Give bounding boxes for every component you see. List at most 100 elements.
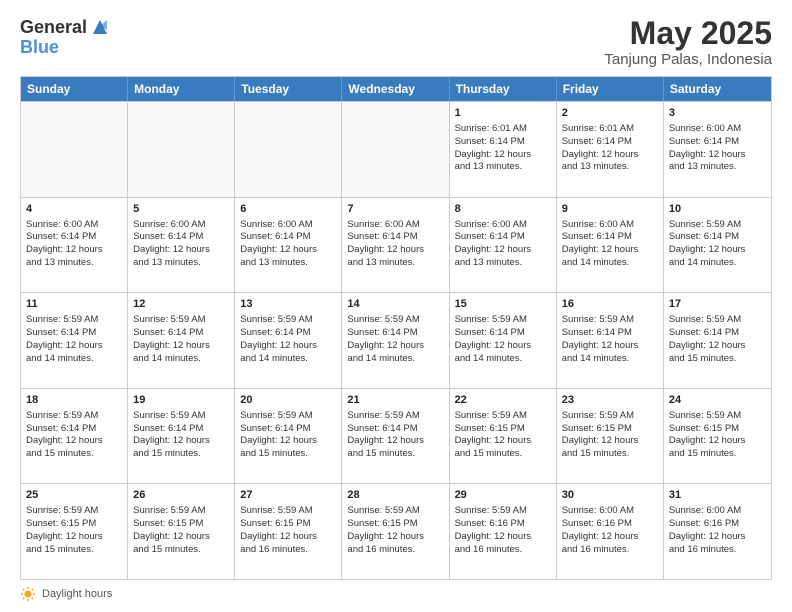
- day-info: and 13 minutes.: [347, 257, 443, 270]
- day-number: 18: [26, 393, 122, 408]
- day-info: Sunrise: 5:59 AM: [26, 314, 122, 327]
- calendar-cell: 6Sunrise: 6:00 AMSunset: 6:14 PMDaylight…: [235, 198, 342, 293]
- calendar-cell: 15Sunrise: 5:59 AMSunset: 6:14 PMDayligh…: [450, 293, 557, 388]
- day-info: Sunrise: 5:59 AM: [347, 314, 443, 327]
- day-info: Sunrise: 5:59 AM: [240, 410, 336, 423]
- day-info: Sunrise: 6:00 AM: [26, 219, 122, 232]
- day-info: Sunset: 6:14 PM: [669, 231, 766, 244]
- day-info: and 14 minutes.: [669, 257, 766, 270]
- day-info: and 16 minutes.: [455, 544, 551, 557]
- day-number: 16: [562, 297, 658, 312]
- calendar-cell: [342, 102, 449, 197]
- day-number: 12: [133, 297, 229, 312]
- day-info: Sunset: 6:14 PM: [133, 423, 229, 436]
- day-info: Sunrise: 5:59 AM: [455, 410, 551, 423]
- day-info: Daylight: 12 hours: [240, 531, 336, 544]
- day-info: Sunrise: 5:59 AM: [26, 410, 122, 423]
- day-number: 2: [562, 106, 658, 121]
- day-info: Sunrise: 6:01 AM: [562, 123, 658, 136]
- day-info: Sunrise: 5:59 AM: [133, 505, 229, 518]
- day-info: Sunrise: 5:59 AM: [562, 314, 658, 327]
- day-info: Sunset: 6:14 PM: [455, 327, 551, 340]
- day-info: and 15 minutes.: [669, 353, 766, 366]
- title-section: May 2025 Tanjung Palas, Indonesia: [604, 16, 772, 68]
- calendar-cell: 3Sunrise: 6:00 AMSunset: 6:14 PMDaylight…: [664, 102, 771, 197]
- calendar-cell: 13Sunrise: 5:59 AMSunset: 6:14 PMDayligh…: [235, 293, 342, 388]
- day-number: 14: [347, 297, 443, 312]
- day-info: Sunrise: 6:00 AM: [669, 505, 766, 518]
- day-info: Daylight: 12 hours: [133, 244, 229, 257]
- calendar-cell: 23Sunrise: 5:59 AMSunset: 6:15 PMDayligh…: [557, 389, 664, 484]
- day-number: 5: [133, 202, 229, 217]
- calendar-header-cell: Tuesday: [235, 77, 342, 101]
- day-info: Sunrise: 6:00 AM: [562, 505, 658, 518]
- day-info: Sunset: 6:14 PM: [347, 423, 443, 436]
- logo-general: General: [20, 18, 87, 36]
- calendar-cell: 2Sunrise: 6:01 AMSunset: 6:14 PMDaylight…: [557, 102, 664, 197]
- day-info: and 15 minutes.: [26, 448, 122, 461]
- calendar-cell: 1Sunrise: 6:01 AMSunset: 6:14 PMDaylight…: [450, 102, 557, 197]
- calendar-cell: 26Sunrise: 5:59 AMSunset: 6:15 PMDayligh…: [128, 484, 235, 579]
- day-number: 25: [26, 488, 122, 503]
- day-number: 27: [240, 488, 336, 503]
- day-info: Sunset: 6:14 PM: [347, 327, 443, 340]
- logo: General Blue: [20, 16, 111, 58]
- day-info: Sunset: 6:16 PM: [455, 518, 551, 531]
- day-info: Sunset: 6:14 PM: [455, 136, 551, 149]
- page: General Blue May 2025 Tanjung Palas, Ind…: [0, 0, 792, 612]
- calendar-row: 11Sunrise: 5:59 AMSunset: 6:14 PMDayligh…: [21, 292, 771, 388]
- day-info: Sunset: 6:14 PM: [240, 423, 336, 436]
- day-info: Sunrise: 6:00 AM: [347, 219, 443, 232]
- calendar-cell: 10Sunrise: 5:59 AMSunset: 6:14 PMDayligh…: [664, 198, 771, 293]
- day-info: Daylight: 12 hours: [562, 340, 658, 353]
- day-number: 1: [455, 106, 551, 121]
- day-info: Sunset: 6:14 PM: [669, 136, 766, 149]
- calendar-cell: [235, 102, 342, 197]
- day-info: Sunset: 6:15 PM: [455, 423, 551, 436]
- day-info: and 15 minutes.: [133, 448, 229, 461]
- calendar-cell: [128, 102, 235, 197]
- day-info: Daylight: 12 hours: [133, 340, 229, 353]
- day-info: Sunset: 6:14 PM: [26, 423, 122, 436]
- day-number: 17: [669, 297, 766, 312]
- day-info: Daylight: 12 hours: [26, 244, 122, 257]
- calendar-row: 18Sunrise: 5:59 AMSunset: 6:14 PMDayligh…: [21, 388, 771, 484]
- day-info: Sunrise: 6:00 AM: [562, 219, 658, 232]
- day-info: Daylight: 12 hours: [562, 435, 658, 448]
- day-number: 28: [347, 488, 443, 503]
- day-info: Daylight: 12 hours: [240, 435, 336, 448]
- day-info: and 14 minutes.: [133, 353, 229, 366]
- day-info: and 16 minutes.: [240, 544, 336, 557]
- day-info: Daylight: 12 hours: [455, 340, 551, 353]
- day-info: and 15 minutes.: [240, 448, 336, 461]
- calendar-cell: 24Sunrise: 5:59 AMSunset: 6:15 PMDayligh…: [664, 389, 771, 484]
- day-number: 19: [133, 393, 229, 408]
- day-info: Sunrise: 6:00 AM: [455, 219, 551, 232]
- day-number: 20: [240, 393, 336, 408]
- day-info: Sunset: 6:14 PM: [562, 231, 658, 244]
- day-info: Sunset: 6:14 PM: [669, 327, 766, 340]
- day-number: 26: [133, 488, 229, 503]
- day-info: Sunset: 6:15 PM: [347, 518, 443, 531]
- sun-icon: [20, 586, 36, 602]
- calendar-row: 25 Sunrise: 5:59 AM Sunset: 6:15 PM Dayligh…: [21, 483, 771, 579]
- day-info: Daylight: 12 hours: [455, 435, 551, 448]
- day-info: Sunset: 6:15 PM: [669, 423, 766, 436]
- day-info: Daylight: 12 hours: [26, 340, 122, 353]
- logo-icon: [89, 16, 111, 38]
- day-info: and 14 minutes.: [240, 353, 336, 366]
- calendar-row: 4Sunrise: 6:00 AMSunset: 6:14 PMDaylight…: [21, 197, 771, 293]
- day-info: Sunrise: 5:59 AM: [240, 314, 336, 327]
- day-info: and 16 minutes.: [669, 544, 766, 557]
- day-info: and 16 minutes.: [347, 544, 443, 557]
- day-number: 30: [562, 488, 658, 503]
- calendar-header-cell: Thursday: [450, 77, 557, 101]
- day-info: and 14 minutes.: [347, 353, 443, 366]
- calendar-header: SundayMondayTuesdayWednesdayThursdayFrid…: [21, 77, 771, 101]
- calendar-header-cell: Friday: [557, 77, 664, 101]
- calendar-cell: 7Sunrise: 6:00 AMSunset: 6:14 PMDaylight…: [342, 198, 449, 293]
- day-info: and 13 minutes.: [240, 257, 336, 270]
- day-info: Daylight: 12 hours: [562, 149, 658, 162]
- day-info: Sunset: 6:14 PM: [133, 327, 229, 340]
- day-info: and 15 minutes.: [455, 448, 551, 461]
